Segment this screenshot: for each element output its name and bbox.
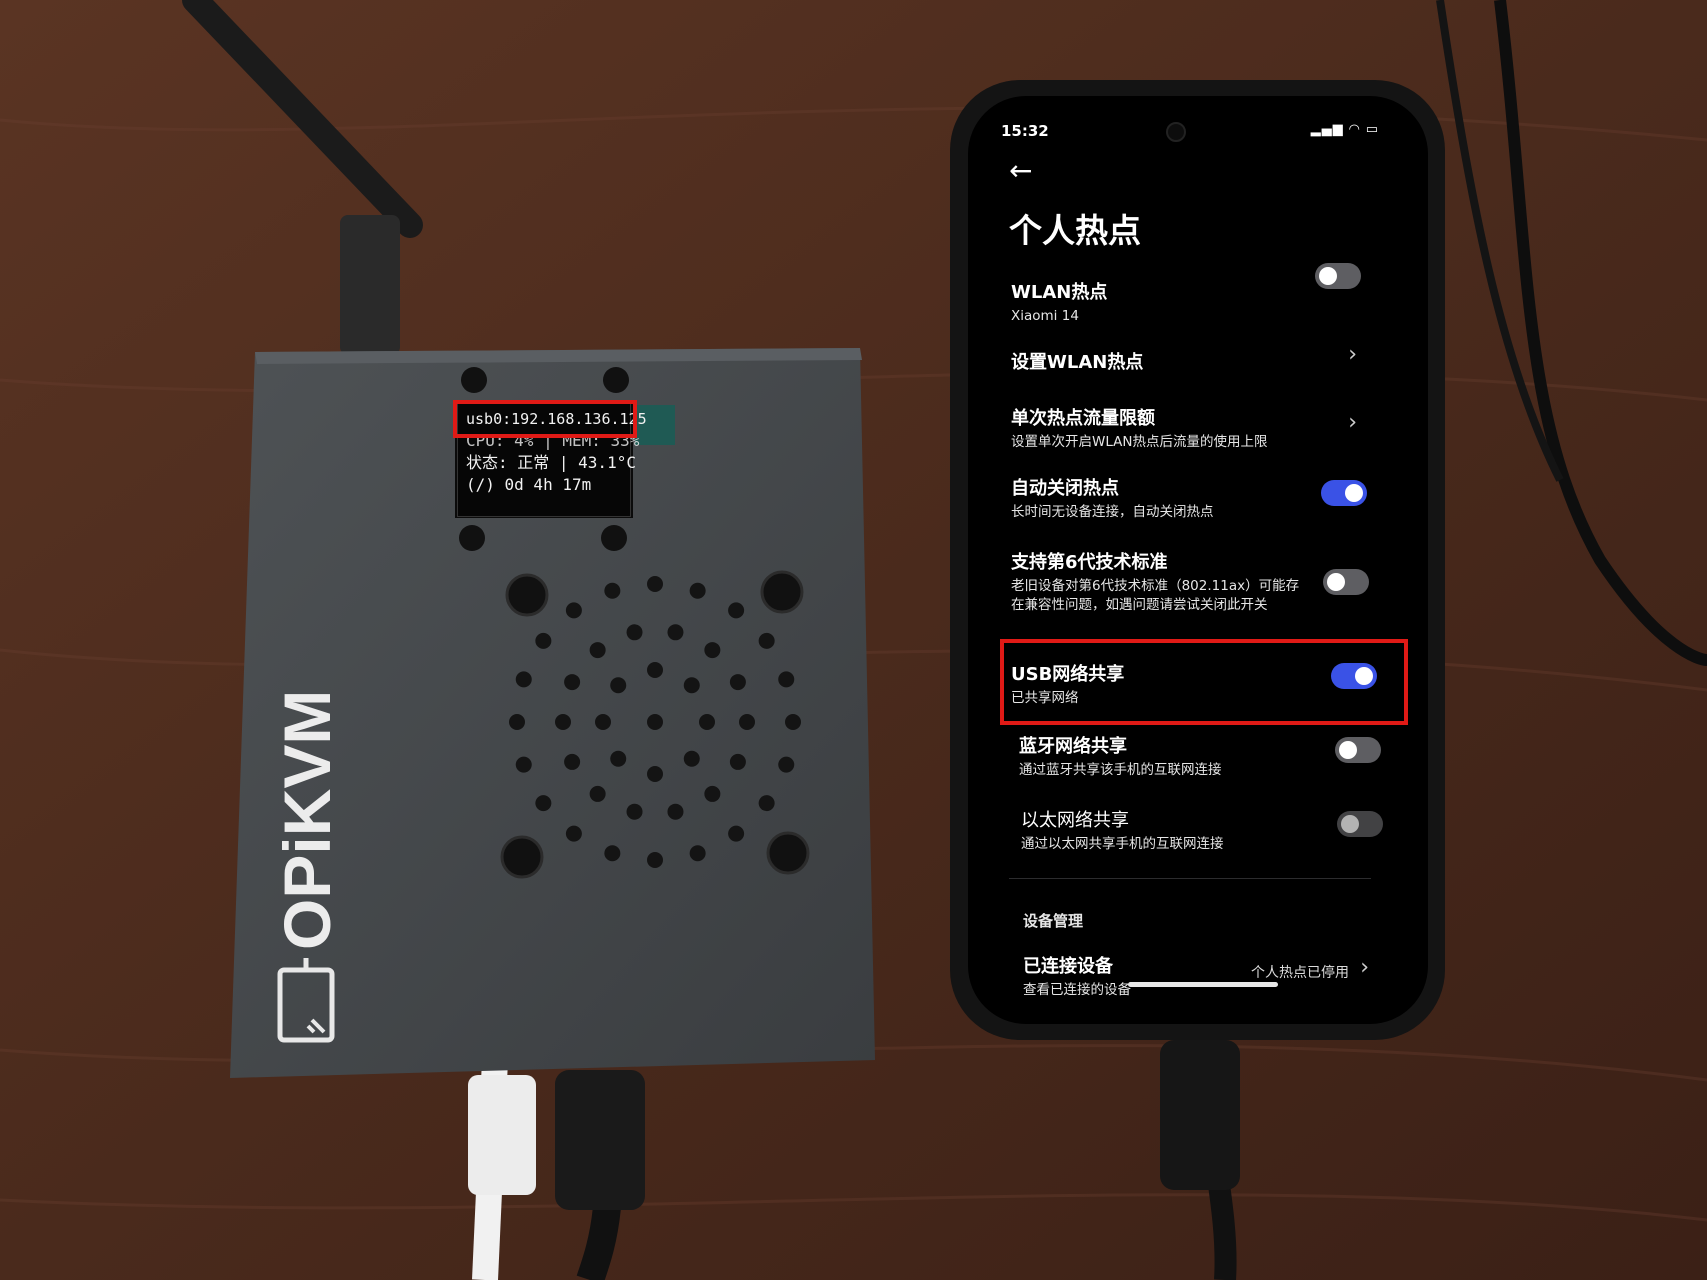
setting-title: 自动关闭热点 [1011, 478, 1119, 499]
fan-hole [683, 750, 700, 767]
fan-hole [683, 677, 700, 694]
setting-bluetooth-tethering[interactable]: 蓝牙网络共享 通过蓝牙共享该手机的互联网连接 [1019, 732, 1379, 780]
setting-subtitle: 通过蓝牙共享该手机的互联网连接 [1019, 762, 1222, 778]
fan-hole [555, 714, 571, 730]
fan-hole [515, 671, 532, 688]
fan-hole [647, 662, 663, 678]
setting-connected-devices[interactable]: 已连接设备 查看已连接的设备 [1023, 952, 1223, 1000]
fan-hole [689, 582, 706, 599]
usb-tethering-highlight-box [1000, 639, 1408, 725]
setting-wifi6[interactable]: 支持第6代技术标准 老旧设备对第6代技术标准（802.11ax）可能存在兼容性问… [1011, 548, 1301, 615]
fan-hole [728, 602, 745, 619]
fan-hole [758, 632, 775, 649]
section-divider [1009, 878, 1371, 879]
status-bar: 15:32 ▂▄▆ ◠ ▭ [1001, 122, 1379, 144]
setting-title: 以太网络共享 [1021, 810, 1129, 831]
setting-title: 单次热点流量限额 [1011, 408, 1155, 429]
fan-hole [647, 852, 663, 868]
toggle-knob [1339, 741, 1357, 759]
fan-hole [509, 714, 525, 730]
oled-status-line: 状态: 正常 | 43.1°C [466, 453, 636, 472]
fan-hole [515, 756, 532, 773]
signal-wifi-battery-icon: ▂▄▆ ◠ ▭ [1310, 122, 1379, 137]
fan-hole [564, 753, 581, 770]
setting-title: 蓝牙网络共享 [1019, 736, 1127, 757]
toggle-knob [1319, 267, 1337, 285]
section-header-device-management: 设备管理 [1023, 912, 1084, 930]
fan-hole [604, 582, 621, 599]
fan-hole [728, 825, 745, 842]
setting-title: 已连接设备 [1023, 956, 1113, 977]
ethernet-tethering-toggle[interactable] [1337, 811, 1383, 837]
fan-hole [589, 642, 606, 659]
chevron-right-icon: › [1360, 955, 1369, 980]
setting-auto-off[interactable]: 自动关闭热点 长时间无设备连接，自动关闭热点 [1011, 474, 1371, 522]
fan-hole [565, 602, 582, 619]
fan-hole [704, 785, 721, 802]
home-indicator [1128, 982, 1278, 987]
setting-subtitle: 老旧设备对第6代技术标准（802.11ax）可能存在兼容性问题，如遇问题请尝试关… [1011, 578, 1300, 613]
fan-hole [689, 845, 706, 862]
fan-hole [647, 714, 663, 730]
ip-highlight-box [453, 400, 637, 438]
fan-hole [626, 624, 643, 641]
photo-background: OPiKVM [0, 0, 1707, 1280]
setting-data-limit[interactable]: 单次热点流量限额 设置单次开启WLAN热点后流量的使用上限 [1011, 404, 1371, 452]
antenna-connector [340, 215, 400, 355]
fan-hole [647, 766, 663, 782]
setting-subtitle: 通过以太网共享手机的互联网连接 [1021, 836, 1224, 852]
chevron-right-icon: › [1348, 342, 1357, 367]
fan-hole [778, 671, 795, 688]
setting-wlan-hotspot[interactable]: WLAN热点 Xiaomi 14 [1011, 278, 1371, 326]
setting-title: 支持第6代技术标准 [1011, 552, 1168, 573]
setting-subtitle: 设置单次开启WLAN热点后流量的使用上限 [1011, 434, 1268, 450]
toggle-knob [1341, 815, 1359, 833]
fan-hole [785, 714, 801, 730]
wlan-hotspot-toggle[interactable] [1315, 263, 1361, 289]
status-time: 15:32 [1001, 122, 1049, 140]
setting-ethernet-tethering[interactable]: 以太网络共享 通过以太网共享手机的互联网连接 [1021, 806, 1381, 854]
chevron-right-icon: › [1348, 410, 1357, 435]
auto-off-toggle[interactable] [1321, 480, 1367, 506]
toggle-knob [1327, 573, 1345, 591]
fan-hole [758, 795, 775, 812]
fan-hole [564, 674, 581, 691]
setting-subtitle: Xiaomi 14 [1011, 308, 1079, 324]
fan-hole [778, 756, 795, 773]
fan-hole [589, 785, 606, 802]
fan-hole [626, 803, 643, 820]
back-arrow-icon[interactable]: ← [1009, 154, 1032, 187]
fan-hole [704, 642, 721, 659]
fan-hole [610, 677, 627, 694]
fan-hole [729, 753, 746, 770]
phone-screen: 15:32 ▂▄▆ ◠ ▭ ← 个人热点 WLAN热点 Xiaomi 14 设置… [985, 112, 1395, 1005]
fan-hole [739, 714, 755, 730]
fan-hole [667, 803, 684, 820]
fan-hole [667, 624, 684, 641]
oled-uptime-line: (/) 0d 4h 17m [466, 475, 592, 494]
fan-hole [535, 795, 552, 812]
fan-hole [699, 714, 715, 730]
fan-hole [595, 714, 611, 730]
setting-title: 设置WLAN热点 [1011, 352, 1144, 373]
svg-text:OPiKVM: OPiKVM [270, 690, 344, 950]
setting-configure-wlan[interactable]: 设置WLAN热点 [1011, 348, 1371, 374]
wifi6-toggle[interactable] [1323, 569, 1369, 595]
connected-devices-status: 个人热点已停用 [1251, 965, 1349, 981]
fan-hole [647, 576, 663, 592]
toggle-knob [1345, 484, 1363, 502]
bluetooth-tethering-toggle[interactable] [1335, 737, 1381, 763]
page-title: 个人热点 [1009, 211, 1141, 250]
fan-hole [610, 750, 627, 767]
fan-hole [604, 845, 621, 862]
fan-hole [729, 674, 746, 691]
setting-subtitle: 长时间无设备连接，自动关闭热点 [1011, 504, 1214, 520]
fan-hole [535, 632, 552, 649]
fan-hole [565, 825, 582, 842]
